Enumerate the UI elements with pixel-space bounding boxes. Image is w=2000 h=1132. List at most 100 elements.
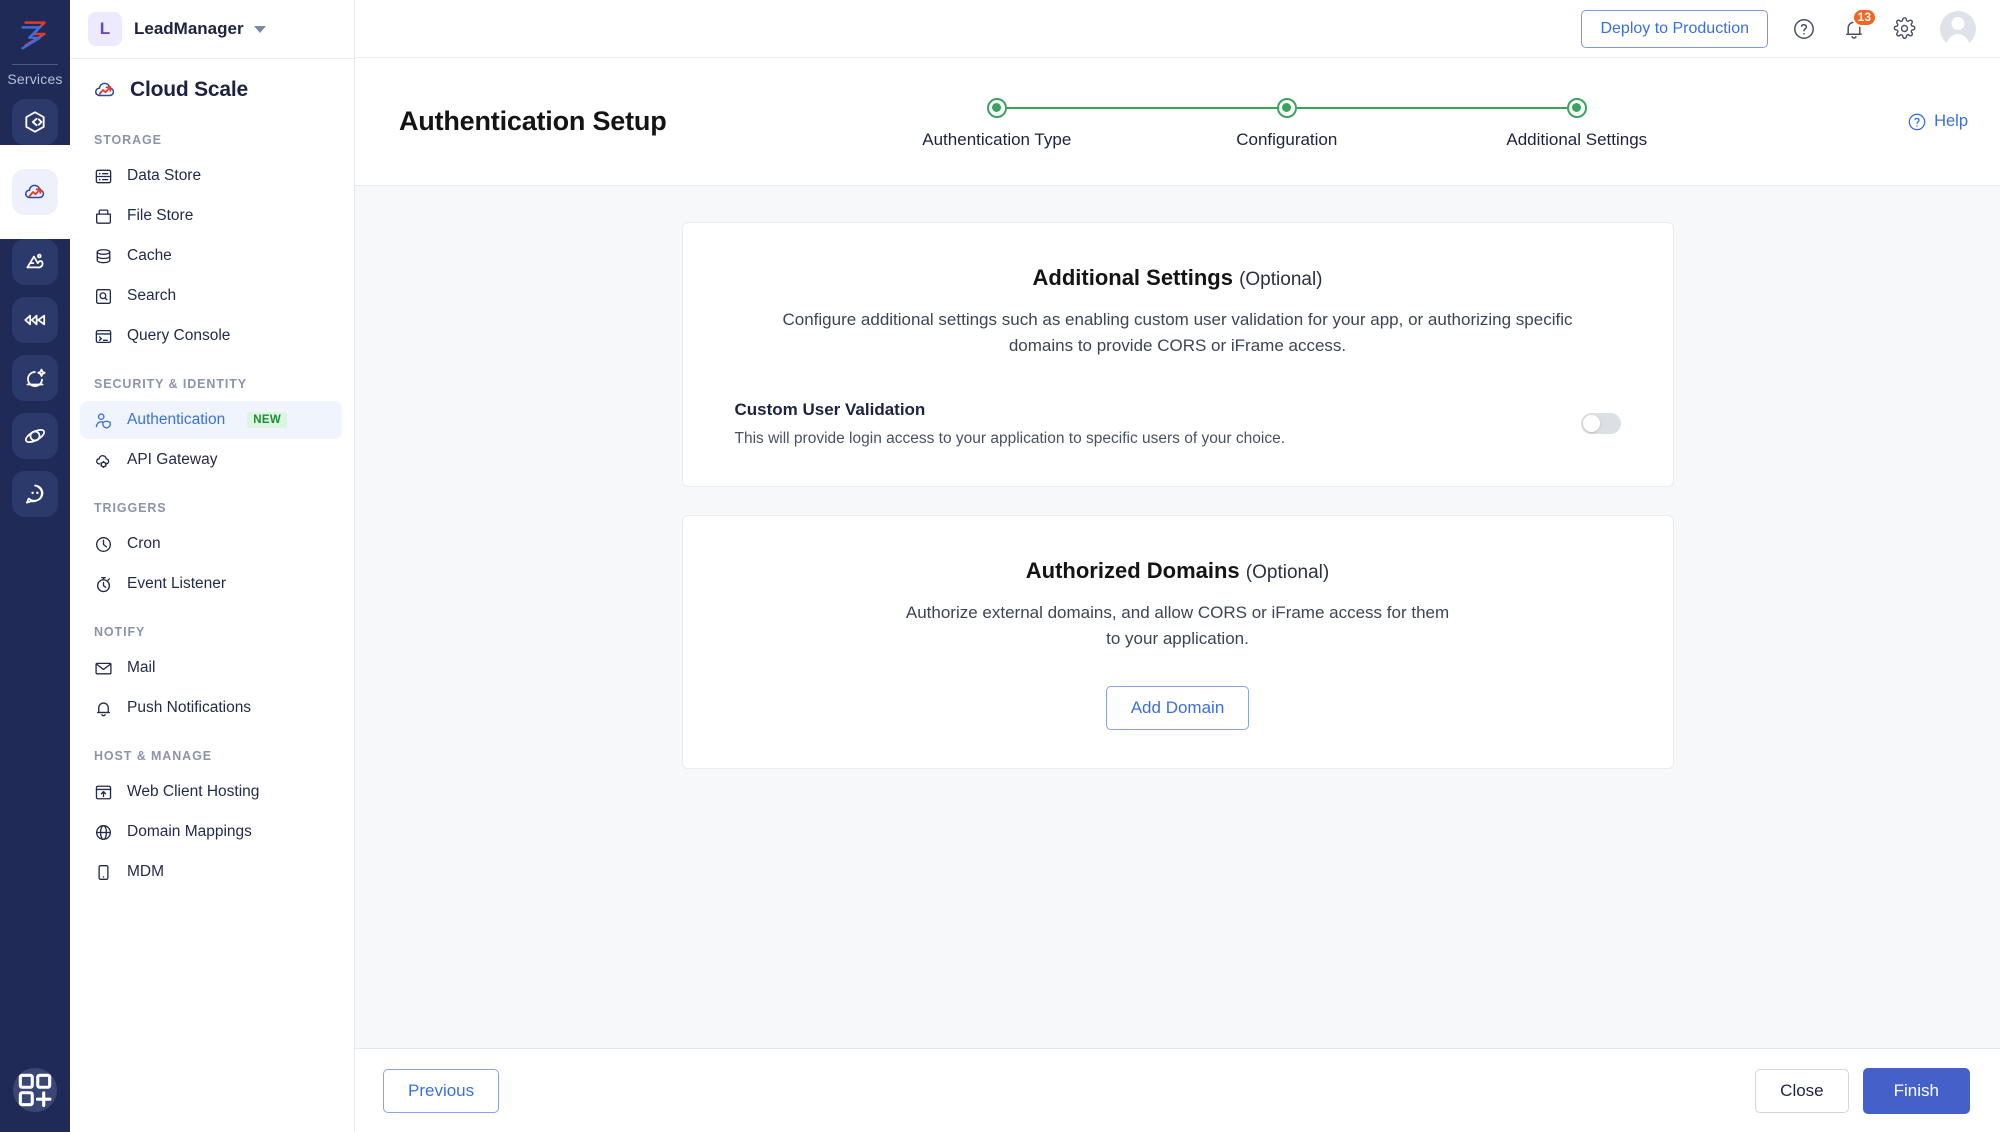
app-switcher[interactable]: L LeadManager <box>70 0 354 58</box>
finish-button[interactable]: Finish <box>1863 1068 1970 1114</box>
sidebar-item-mail[interactable]: Mail <box>80 649 342 687</box>
rail-item-catalyst-develop[interactable] <box>12 99 58 145</box>
close-button[interactable]: Close <box>1755 1069 1848 1113</box>
rail-item-smart-browz[interactable] <box>12 355 58 401</box>
page-header: Authentication Setup Authentication Type… <box>355 58 2000 186</box>
sidebar-item-data-store[interactable]: Data Store <box>80 157 342 195</box>
custom-user-validation-toggle[interactable] <box>1581 413 1621 434</box>
mail-icon <box>94 659 113 678</box>
authorized-domains-card: Authorized Domains (Optional) Authorize … <box>682 515 1674 770</box>
product-name-label: Cloud Scale <box>130 78 248 102</box>
add-domain-button[interactable]: Add Domain <box>1106 686 1250 730</box>
rail-services-label: Services <box>7 71 62 87</box>
sidebar-item-label: Event Listener <box>127 575 226 593</box>
stepper-steps: Authentication Type Configuration Additi… <box>852 98 1722 150</box>
sidebar-item-authentication[interactable]: Authentication NEW <box>80 401 342 439</box>
sidebar-item-mdm[interactable]: MDM <box>80 853 342 891</box>
sidebar-item-label: Authentication <box>127 411 225 429</box>
stepper-step-configuration[interactable]: Configuration <box>1142 98 1432 150</box>
card-title-text: Additional Settings <box>1033 265 1233 290</box>
mobile-device-icon <box>94 863 113 882</box>
rail-bottom-section <box>13 1068 57 1112</box>
bell-icon <box>94 699 113 718</box>
step-label: Configuration <box>1236 130 1337 150</box>
file-store-icon <box>94 207 113 226</box>
sidebar-nav: STORAGE Data Store File Store Cache <box>70 113 354 923</box>
card-title: Additional Settings (Optional) <box>735 265 1621 291</box>
help-icon[interactable] <box>1790 15 1818 43</box>
page-title: Authentication Setup <box>399 106 667 137</box>
rail-divider <box>12 64 58 65</box>
sidebar-item-query-console[interactable]: Query Console <box>80 317 342 355</box>
ai-sparkle-icon <box>22 365 48 391</box>
additional-settings-card: Additional Settings (Optional) Configure… <box>682 222 1674 487</box>
setup-stepper: Authentication Type Configuration Additi… <box>667 94 1908 150</box>
sidebar-item-event-listener[interactable]: Event Listener <box>80 565 342 603</box>
sidebar-item-label: API Gateway <box>127 451 217 469</box>
custom-user-validation-text: Custom User Validation This will provide… <box>735 400 1286 448</box>
rail-item-quick-ml[interactable] <box>12 413 58 459</box>
sidebar-item-cache[interactable]: Cache <box>80 237 342 275</box>
stepper-step-additional-settings[interactable]: Additional Settings <box>1432 98 1722 150</box>
content-scroll-area: Additional Settings (Optional) Configure… <box>355 186 2000 1048</box>
web-hosting-icon <box>94 783 113 802</box>
notifications-bell-icon[interactable]: 13 <box>1840 15 1868 43</box>
user-avatar[interactable] <box>1940 11 1976 47</box>
sidebar-group-security-identity: SECURITY & IDENTITY <box>70 357 354 399</box>
app-window: Services <box>0 0 2000 1132</box>
apps-grid-plus-icon[interactable] <box>13 1068 57 1112</box>
notification-count-badge: 13 <box>1852 8 1877 27</box>
search-icon <box>94 287 113 306</box>
cloud-scale-icon <box>92 77 118 103</box>
sidebar-item-label: Search <box>127 287 176 305</box>
query-console-icon <box>94 327 113 346</box>
footer-right-actions: Close Finish <box>1755 1068 1970 1114</box>
step-label: Additional Settings <box>1506 130 1647 150</box>
data-store-icon <box>94 167 113 186</box>
sidebar-item-search[interactable]: Search <box>80 277 342 315</box>
sidebar-item-label: Domain Mappings <box>127 823 252 841</box>
sidebar-group-triggers: TRIGGERS <box>70 481 354 523</box>
step-dot-complete-icon <box>987 98 1007 118</box>
card-description: Authorize external domains, and allow CO… <box>898 600 1458 653</box>
zoho-logo-icon[interactable] <box>13 12 57 56</box>
sidebar-item-web-client-hosting[interactable]: Web Client Hosting <box>80 773 342 811</box>
rail-item-conversations[interactable] <box>12 471 58 517</box>
sidebar-item-file-store[interactable]: File Store <box>80 197 342 235</box>
sidebar-item-push-notifications[interactable]: Push Notifications <box>80 689 342 727</box>
wizard-footer: Previous Close Finish <box>355 1048 2000 1132</box>
sidebar-item-domain-mappings[interactable]: Domain Mappings <box>80 813 342 851</box>
card-title-text: Authorized Domains <box>1026 558 1240 583</box>
rail-item-list <box>0 99 70 517</box>
sidebar-group-storage: STORAGE <box>70 113 354 155</box>
left-icon-rail: Services <box>0 0 70 1132</box>
rail-item-serverless[interactable] <box>12 239 58 285</box>
custom-user-validation-row: Custom User Validation This will provide… <box>735 400 1621 448</box>
deploy-to-production-button[interactable]: Deploy to Production <box>1581 10 1768 48</box>
sidebar-item-label: Data Store <box>127 167 201 185</box>
rail-active-wrapper <box>0 157 70 227</box>
sidebar-item-label: Mail <box>127 659 155 677</box>
authentication-icon <box>94 411 113 430</box>
stepper-step-authentication-type[interactable]: Authentication Type <box>852 98 1142 150</box>
card-title: Authorized Domains (Optional) <box>735 558 1621 584</box>
card-title-optional: (Optional) <box>1239 269 1322 290</box>
previous-button[interactable]: Previous <box>383 1069 499 1113</box>
help-link-label: Help <box>1934 112 1968 131</box>
setting-description: This will provide login access to your a… <box>735 430 1286 448</box>
toggle-knob <box>1583 415 1600 432</box>
globe-icon <box>94 823 113 842</box>
sidebar: L LeadManager Cloud Scale STORAGE Data S… <box>70 0 355 1132</box>
devops-icon <box>22 307 48 333</box>
card-description: Configure additional settings such as en… <box>778 307 1578 360</box>
gear-icon[interactable] <box>1890 15 1918 43</box>
chevron-down-icon[interactable] <box>254 26 266 33</box>
clock-icon <box>94 535 113 554</box>
rail-item-devops[interactable] <box>12 297 58 343</box>
sidebar-item-cron[interactable]: Cron <box>80 525 342 563</box>
orbit-icon <box>22 423 48 449</box>
help-link[interactable]: Help <box>1907 112 1968 132</box>
add-domain-wrapper: Add Domain <box>735 686 1621 730</box>
rail-item-cloud-scale[interactable] <box>12 169 58 215</box>
sidebar-item-api-gateway[interactable]: API Gateway <box>80 441 342 479</box>
